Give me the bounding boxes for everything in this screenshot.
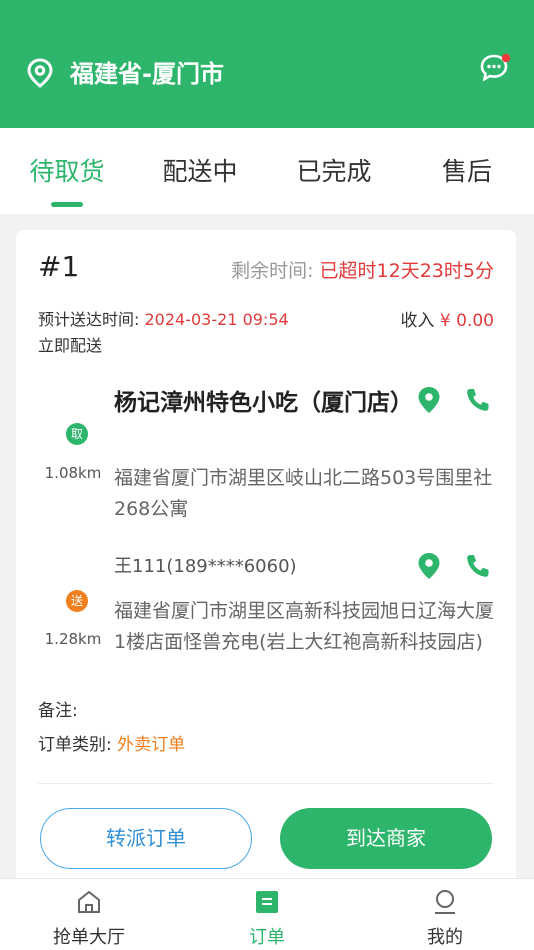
order-note: 备注:: [38, 701, 78, 721]
nav-profile-label: 我的: [427, 927, 463, 948]
tab-delivering[interactable]: 配送中: [145, 152, 255, 192]
dropoff-map-pin-icon[interactable]: [416, 552, 442, 580]
nav-orders-label: 订单: [249, 927, 285, 948]
active-tab-indicator: [51, 202, 83, 207]
chat-bubble-icon[interactable]: [478, 50, 514, 86]
dropoff-phone-icon[interactable]: [464, 552, 490, 580]
order-number: #1: [38, 250, 80, 283]
remaining-time: 剩余时间: 已超时12天23时5分: [231, 256, 494, 283]
nav-grab-orders-label: 抢单大厅: [53, 927, 125, 948]
shop-name: 杨记漳州特色小吃（厦门店）: [114, 390, 413, 416]
remaining-time-label: 剩余时间:: [231, 260, 314, 282]
dropoff-address: 福建省厦门市湖里区高新科技园旭日辽海大厦1楼店面怪兽充电(岩上大红袍高新科技园店…: [114, 600, 495, 653]
order-category: 订单类别: 外卖订单: [38, 730, 185, 755]
tab-to-pickup[interactable]: 待取货: [12, 152, 122, 192]
map-pin-icon[interactable]: [27, 58, 53, 88]
home-icon: [78, 890, 100, 913]
nav-orders[interactable]: 订单: [178, 879, 356, 950]
tab-after-sales[interactable]: 售后: [412, 152, 522, 192]
pickup-badge: 取: [66, 423, 88, 445]
order-category-label: 订单类别:: [38, 735, 112, 755]
city-selector[interactable]: 福建省-厦门市: [70, 58, 224, 90]
income-value: ¥ 0.00: [439, 311, 494, 331]
eta-value: 2024-03-21 09:54: [144, 310, 289, 329]
recipient-info: 王111(189****6060): [114, 556, 297, 577]
tab-completed[interactable]: 已完成: [279, 152, 389, 192]
user-icon: [435, 890, 455, 914]
remaining-time-value: 已超时12天23时5分: [319, 260, 494, 282]
nav-profile[interactable]: 我的: [356, 879, 534, 950]
income: 收入 ¥ 0.00: [401, 306, 494, 331]
dropoff-badge: 送: [66, 590, 88, 612]
eta-label: 预计送达时间:: [38, 310, 140, 329]
order-list-icon: [256, 891, 278, 913]
pickup-phone-icon[interactable]: [464, 386, 490, 414]
delivery-type: 立即配送: [38, 336, 103, 355]
divider: [38, 783, 494, 784]
pickup-map-pin-icon[interactable]: [416, 386, 442, 414]
bottom-nav: 抢单大厅 订单 我的: [0, 878, 534, 950]
notification-dot: [501, 53, 511, 63]
pickup-address: 福建省厦门市湖里区岐山北二路503号围里社268公寓: [114, 467, 493, 520]
arrive-at-store-button[interactable]: 到达商家: [280, 808, 492, 869]
nav-grab-orders[interactable]: 抢单大厅: [0, 879, 178, 950]
app-header: 福建省-厦门市: [0, 0, 534, 128]
income-label: 收入: [400, 311, 435, 331]
order-card[interactable]: #1 剩余时间: 已超时12天23时5分 预计送达时间: 2024-03-21 …: [16, 230, 516, 890]
pickup-distance: 1.08km: [44, 464, 102, 482]
order-status-tabs: 待取货 配送中 已完成 售后: [0, 128, 534, 214]
dropoff-distance: 1.28km: [44, 630, 102, 648]
order-category-value: 外卖订单: [117, 735, 186, 755]
transfer-order-button[interactable]: 转派订单: [40, 808, 252, 869]
estimated-delivery: 预计送达时间: 2024-03-21 09:54: [38, 306, 289, 330]
